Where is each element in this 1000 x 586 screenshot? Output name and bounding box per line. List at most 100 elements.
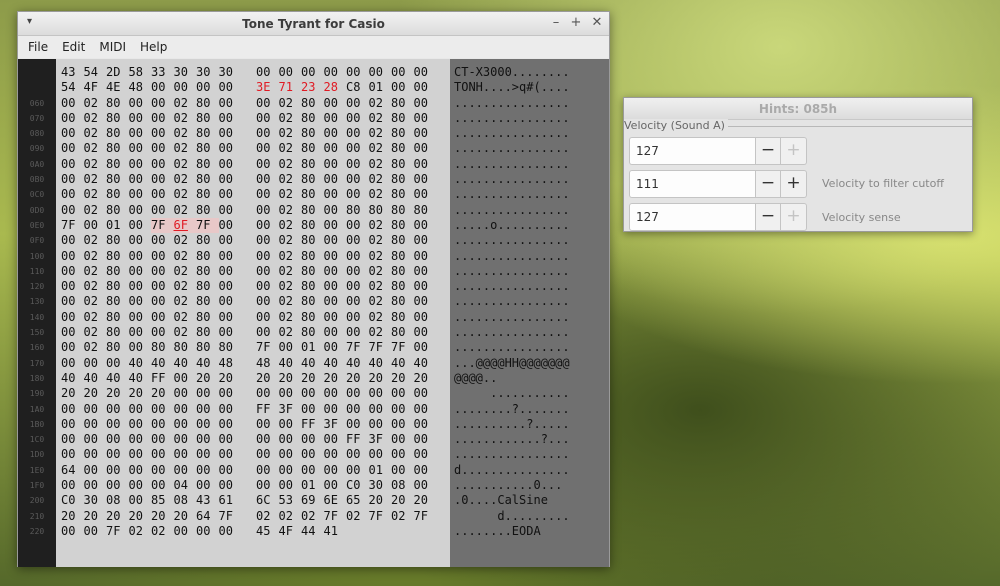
hex-byte[interactable]: 00 [414, 478, 437, 493]
ascii-row[interactable]: ................ [454, 203, 609, 218]
hex-byte[interactable]: 20 [369, 371, 392, 386]
hex-byte[interactable]: 7F [414, 509, 437, 524]
hex-byte[interactable]: 00 [256, 203, 279, 218]
hex-byte[interactable]: 48 [219, 356, 242, 371]
hex-byte[interactable]: 00 [174, 80, 197, 95]
hex-byte[interactable]: 00 [324, 65, 347, 80]
hex-byte[interactable]: 00 [346, 386, 369, 401]
hex-byte[interactable]: 02 [129, 524, 152, 539]
hex-byte[interactable]: 00 [61, 233, 84, 248]
hex-byte[interactable]: 80 [219, 340, 242, 355]
hex-byte[interactable]: 3F [279, 402, 302, 417]
hex-row[interactable]: 00 02 80 00 00 02 80 00 00 02 80 00 00 02 80 00 [61, 325, 450, 340]
hex-byte[interactable]: 80 [301, 111, 324, 126]
hex-byte[interactable]: 00 [414, 432, 437, 447]
hex-byte[interactable]: 02 [84, 187, 107, 202]
hex-byte[interactable]: 20 [256, 371, 279, 386]
hex-byte[interactable]: 01 [369, 80, 392, 95]
hex-byte[interactable]: 7F [324, 509, 347, 524]
hex-byte[interactable]: 02 [369, 249, 392, 264]
hex-byte[interactable]: 00 [324, 96, 347, 111]
hex-byte[interactable]: 00 [256, 463, 279, 478]
hex-byte[interactable]: 00 [196, 447, 219, 462]
hex-byte[interactable]: 00 [151, 126, 174, 141]
hex-row[interactable]: 00 00 00 00 00 00 00 00 00 00 FF 3F 00 00 00 00 [61, 417, 450, 432]
hex-byte[interactable]: 53 [279, 493, 302, 508]
hex-byte[interactable]: 80 [106, 111, 129, 126]
hex-byte[interactable]: 08 [391, 478, 414, 493]
ascii-row[interactable]: .....o.......... [454, 218, 609, 233]
hex-byte[interactable]: 00 [219, 478, 242, 493]
titlebar[interactable]: ▾ Tone Tyrant for Casio – + ✕ [18, 12, 609, 36]
hex-byte[interactable]: 08 [174, 493, 197, 508]
hex-byte[interactable]: 02 [84, 279, 107, 294]
hex-byte[interactable]: 00 [414, 80, 437, 95]
hex-byte[interactable]: 80 [106, 157, 129, 172]
hex-byte[interactable]: 00 [84, 447, 107, 462]
hex-byte[interactable]: 02 [369, 233, 392, 248]
hex-byte[interactable]: 00 [129, 203, 152, 218]
hex-byte[interactable]: 80 [391, 264, 414, 279]
hex-row[interactable]: 64 00 00 00 00 00 00 00 00 00 00 00 00 01 00 00 [61, 463, 450, 478]
hex-byte[interactable]: 00 [151, 233, 174, 248]
hex-byte[interactable]: 00 [346, 264, 369, 279]
ascii-row[interactable]: ................ [454, 157, 609, 172]
hex-byte[interactable]: 00 [279, 340, 302, 355]
hex-byte[interactable]: 00 [279, 447, 302, 462]
hex-byte[interactable]: 00 [301, 65, 324, 80]
hex-byte[interactable]: 00 [151, 447, 174, 462]
hex-byte[interactable]: 20 [61, 509, 84, 524]
hex-byte[interactable]: 48 [256, 356, 279, 371]
hex-byte[interactable]: 00 [219, 294, 242, 309]
hex-byte[interactable]: 40 [151, 356, 174, 371]
hex-byte[interactable]: 00 [301, 386, 324, 401]
hex-byte[interactable]: 80 [391, 279, 414, 294]
hex-byte[interactable]: 00 [279, 65, 302, 80]
hex-byte[interactable]: 00 [301, 432, 324, 447]
hex-byte[interactable]: 44 [301, 524, 324, 539]
hex-byte[interactable]: 20 [346, 371, 369, 386]
hex-byte[interactable]: 80 [391, 218, 414, 233]
hex-byte[interactable]: 00 [414, 447, 437, 462]
hex-byte[interactable]: 00 [324, 310, 347, 325]
hex-byte[interactable]: 00 [414, 417, 437, 432]
ascii-row[interactable]: ........... [454, 386, 609, 401]
hex-row[interactable]: 00 02 80 00 00 02 80 00 00 02 80 00 00 02 80 00 [61, 172, 450, 187]
hex-byte[interactable]: 40 [174, 356, 197, 371]
hex-byte[interactable]: 41 [324, 524, 347, 539]
hex-byte[interactable]: 00 [324, 157, 347, 172]
hex-byte[interactable]: 00 [61, 524, 84, 539]
hex-byte[interactable]: 00 [129, 447, 152, 462]
hex-byte[interactable]: 00 [256, 141, 279, 156]
ascii-row[interactable]: ................ [454, 325, 609, 340]
hex-byte[interactable]: 00 [256, 111, 279, 126]
hex-byte[interactable]: 02 [369, 141, 392, 156]
hex-byte[interactable]: 00 [346, 218, 369, 233]
hex-byte[interactable]: 02 [174, 157, 197, 172]
hex-byte[interactable]: 00 [219, 417, 242, 432]
hex-byte[interactable]: 00 [61, 279, 84, 294]
hex-byte[interactable]: 00 [324, 402, 347, 417]
hex-byte[interactable]: 02 [174, 141, 197, 156]
hex-byte[interactable]: 80 [391, 249, 414, 264]
ascii-row[interactable]: ................ [454, 447, 609, 462]
hex-byte[interactable]: 00 [106, 417, 129, 432]
hex-byte[interactable]: 00 [106, 356, 129, 371]
decrement-button-1[interactable]: − [755, 137, 781, 165]
hex-byte[interactable]: 00 [414, 386, 437, 401]
hex-byte[interactable]: 00 [196, 463, 219, 478]
menu-help[interactable]: Help [133, 40, 174, 54]
hex-byte[interactable]: 00 [174, 463, 197, 478]
hex-byte[interactable]: 80 [369, 203, 392, 218]
hex-byte[interactable]: 00 [129, 294, 152, 309]
ascii-row[interactable]: TONH....>q#(.... [454, 80, 609, 95]
hex-byte[interactable]: 40 [106, 371, 129, 386]
increment-button-2[interactable]: + [781, 170, 807, 198]
hex-byte[interactable]: 00 [196, 402, 219, 417]
hex-row[interactable]: 00 02 80 00 00 02 80 00 00 02 80 00 00 02 80 00 [61, 249, 450, 264]
menu-edit[interactable]: Edit [55, 40, 92, 54]
hex-byte[interactable]: 02 [174, 172, 197, 187]
hex-byte[interactable]: 00 [324, 111, 347, 126]
hex-byte[interactable]: 00 [256, 294, 279, 309]
hex-byte[interactable]: 00 [324, 340, 347, 355]
